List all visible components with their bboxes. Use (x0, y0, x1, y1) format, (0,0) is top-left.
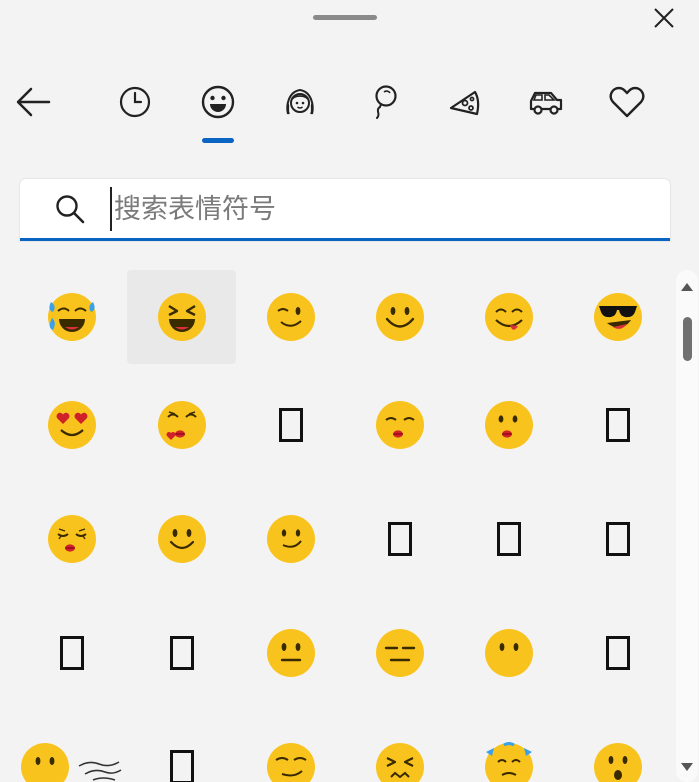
emoji-unsupported-glyph[interactable] (236, 378, 345, 472)
emoji-smiling-face-with-heart-eyes[interactable] (17, 378, 126, 472)
unsupported-glyph-icon (59, 636, 84, 670)
pizza-icon (449, 90, 480, 116)
face-savoring-food-icon (484, 293, 533, 341)
emoji-smirking-face[interactable] (236, 720, 345, 782)
face-without-mouth-partial-icon (21, 743, 69, 782)
emoji-panel (0, 0, 699, 782)
back-arrow-icon (16, 87, 51, 117)
neutral-face-icon (266, 629, 315, 677)
car-icon (529, 91, 563, 115)
tab-travel[interactable] (522, 70, 570, 134)
search-input[interactable] (110, 187, 654, 231)
face-exhaling-wind-icon (78, 761, 122, 781)
category-tabbar (0, 70, 699, 150)
face-with-sweat-drops-icon (484, 742, 533, 782)
emoji-neutral-face[interactable] (236, 606, 345, 700)
emoji-face-without-mouth-partial[interactable] (17, 720, 73, 782)
emoji-smiling-face[interactable] (345, 270, 454, 364)
unsupported-glyph-icon (605, 636, 630, 670)
emoji-face-blowing-kiss[interactable] (127, 378, 236, 472)
back-button[interactable] (10, 70, 58, 134)
drag-handle[interactable] (313, 15, 377, 20)
tab-celebrations[interactable] (358, 70, 406, 134)
emoji-grid (17, 270, 673, 782)
unsupported-glyph-icon (496, 522, 521, 556)
tab-recent[interactable] (111, 70, 159, 134)
heart-icon (609, 86, 645, 118)
balloon-icon (375, 85, 397, 119)
unsupported-glyph-icon (169, 636, 194, 670)
unsupported-glyph-icon (169, 750, 194, 782)
emoji-expressionless-face[interactable] (345, 606, 454, 700)
emoji-unsupported-glyph[interactable] (563, 606, 672, 700)
scroll-up-arrow-icon[interactable] (680, 280, 694, 294)
emoji-face-savoring-food[interactable] (454, 270, 563, 364)
kissing-face-icon (484, 401, 533, 449)
emoji-face-exhaling-wind[interactable] (73, 720, 127, 782)
close-icon (654, 8, 674, 28)
face-without-mouth-icon (484, 629, 533, 677)
emoji-hushed-face[interactable] (563, 720, 672, 782)
unsupported-glyph-icon (387, 522, 412, 556)
face-with-tears-of-joy-icon (47, 293, 96, 341)
smiley-icon (201, 85, 235, 119)
emoji-face-without-mouth[interactable] (454, 606, 563, 700)
winking-face-icon (266, 293, 315, 341)
slightly-smiling-face-icon (157, 515, 206, 563)
emoji-smiling-face-relaxed[interactable] (236, 492, 345, 586)
tab-food[interactable] (440, 70, 488, 134)
kissing-face-with-smiling-eyes-icon (47, 515, 96, 563)
emoji-unsupported-glyph[interactable] (563, 378, 672, 472)
search-box[interactable] (20, 179, 670, 241)
emoji-unsupported-glyph[interactable] (563, 492, 672, 586)
smiling-face-relaxed-icon (266, 515, 315, 563)
tab-people[interactable] (276, 70, 324, 134)
emoji-kissing-face[interactable] (454, 378, 563, 472)
smiling-face-icon (375, 293, 424, 341)
persevering-face-icon (375, 743, 424, 782)
close-button[interactable] (648, 2, 680, 34)
unsupported-glyph-icon (605, 408, 630, 442)
emoji-smiling-face-with-sunglasses[interactable] (563, 270, 672, 364)
emoji-grinning-squinting-face[interactable] (127, 270, 236, 364)
scrollbar[interactable] (676, 270, 698, 782)
emoji-face-with-tears-of-joy[interactable] (17, 270, 126, 364)
emoji-kissing-face-with-smiling-eyes[interactable] (17, 492, 126, 586)
smiling-face-with-sunglasses-icon (593, 293, 642, 341)
emoji-unsupported-glyph[interactable] (127, 720, 236, 782)
emoji-face-with-sweat-drops[interactable] (454, 720, 563, 782)
emoji-unsupported-glyph[interactable] (17, 606, 126, 700)
people-icon (286, 88, 314, 115)
kissing-face-with-closed-eyes-icon (375, 401, 424, 449)
expressionless-face-icon (375, 629, 424, 677)
selected-tab-indicator (202, 138, 234, 143)
scroll-thumb[interactable] (683, 317, 692, 361)
emoji-unsupported-glyph[interactable] (127, 606, 236, 700)
unsupported-glyph-icon (605, 522, 630, 556)
emoji-kissing-face-with-closed-eyes[interactable] (345, 378, 454, 472)
tab-symbols[interactable] (603, 70, 651, 134)
grinning-squinting-face-icon (157, 293, 206, 341)
face-blowing-kiss-icon (157, 401, 206, 449)
scroll-down-arrow-icon[interactable] (680, 760, 694, 774)
emoji-winking-face[interactable] (236, 270, 345, 364)
emoji-unsupported-glyph[interactable] (454, 492, 563, 586)
tab-smileys[interactable] (194, 70, 242, 134)
recent-clock-icon (119, 86, 151, 118)
emoji-slightly-smiling-face[interactable] (127, 492, 236, 586)
unsupported-glyph-icon (278, 408, 303, 442)
smiling-face-with-heart-eyes-icon (47, 401, 96, 449)
emoji-persevering-face[interactable] (345, 720, 454, 782)
search-icon (56, 195, 85, 224)
hushed-face-icon (593, 743, 642, 782)
smirking-face-icon (266, 743, 315, 782)
emoji-unsupported-glyph[interactable] (345, 492, 454, 586)
